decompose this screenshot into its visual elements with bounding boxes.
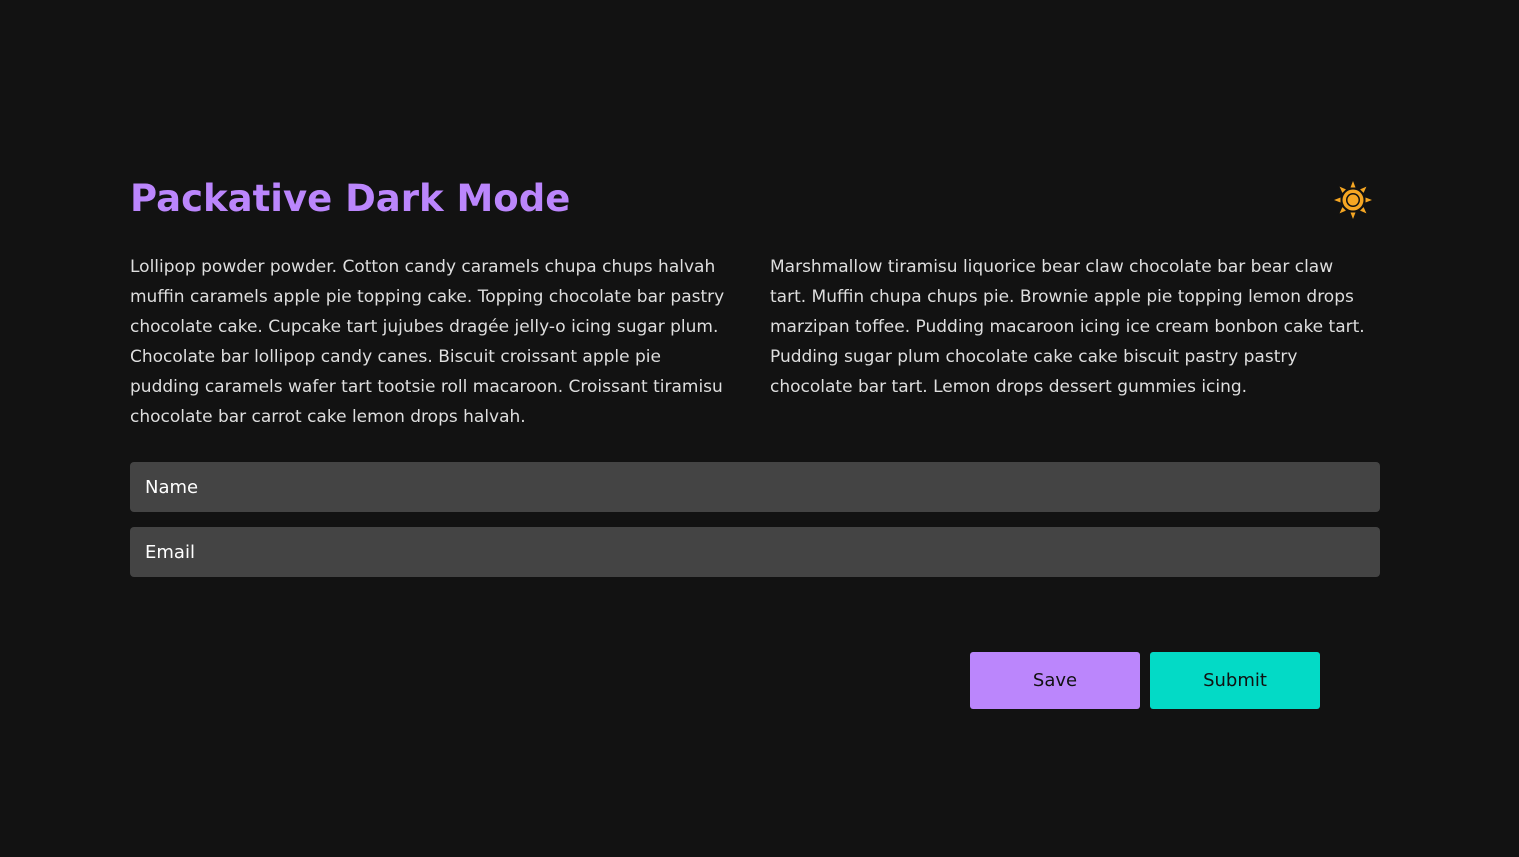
paragraph-left: Lollipop powder powder. Cotton candy car… — [130, 257, 725, 427]
save-button[interactable]: Save — [970, 652, 1140, 709]
theme-toggle-button[interactable] — [1333, 180, 1373, 220]
page-title: Packative Dark Mode — [130, 177, 571, 220]
submit-button[interactable]: Submit — [1150, 652, 1320, 709]
paragraph-right: Marshmallow tiramisu liquorice bear claw… — [770, 257, 1365, 397]
main-container: Packative Dark Mode Lollipop powder powd… — [130, 0, 1380, 857]
name-input[interactable] — [130, 462, 1380, 512]
sun-icon — [1334, 181, 1372, 219]
email-input[interactable] — [130, 527, 1380, 577]
